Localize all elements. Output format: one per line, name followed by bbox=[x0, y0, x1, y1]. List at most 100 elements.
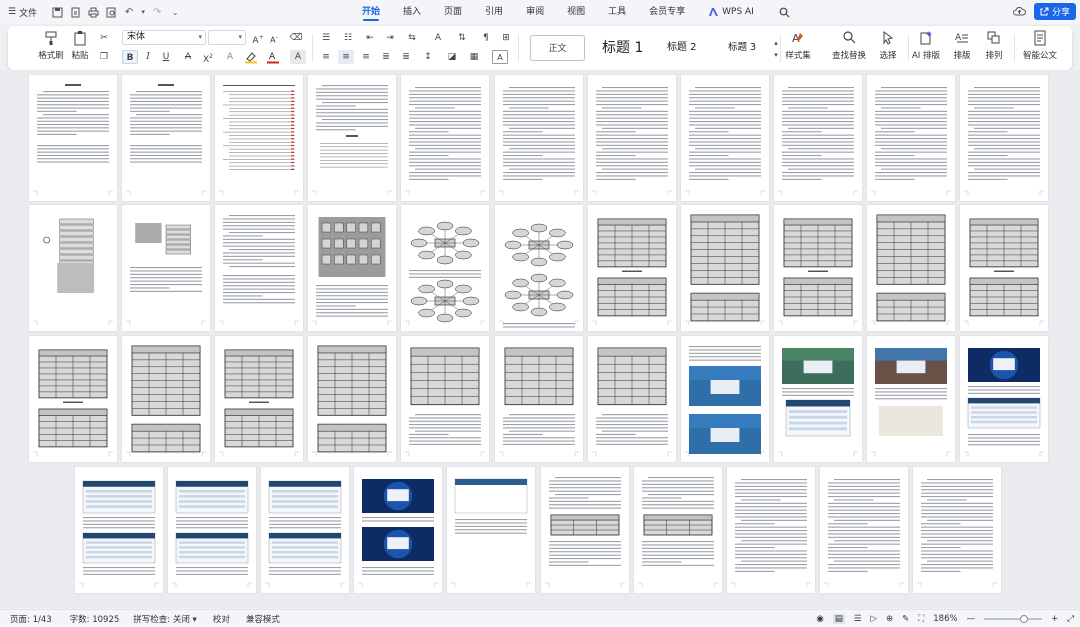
highlight-button[interactable] bbox=[244, 50, 260, 64]
align-right-icon[interactable]: ≡ bbox=[358, 50, 374, 64]
document-page-thumbnail[interactable] bbox=[354, 467, 442, 593]
document-page-thumbnail[interactable] bbox=[774, 336, 862, 462]
export-pdf-icon[interactable] bbox=[67, 4, 83, 20]
tab-wps-ai[interactable]: WPS AI bbox=[708, 0, 754, 24]
decrease-indent-icon[interactable]: ⇤ bbox=[362, 31, 378, 45]
zoom-level[interactable]: 186% bbox=[933, 614, 957, 624]
document-page-thumbnail[interactable] bbox=[867, 75, 955, 201]
numbered-list-icon[interactable]: ☷ bbox=[340, 31, 356, 45]
border-icon[interactable]: ▦ bbox=[466, 50, 482, 64]
share-button[interactable]: 分享 bbox=[1033, 3, 1076, 20]
shrink-font-icon[interactable]: A- bbox=[266, 31, 282, 45]
ai-layout-button[interactable]: AI 排版 bbox=[906, 30, 946, 61]
undo-icon[interactable]: ↶ bbox=[121, 4, 137, 20]
style-heading[interactable]: 标题 1 bbox=[602, 35, 643, 61]
line-spacing-icon[interactable]: ↕ bbox=[420, 50, 436, 64]
copy-icon[interactable]: ❐ bbox=[96, 50, 112, 64]
document-page-thumbnail[interactable] bbox=[215, 205, 303, 331]
document-page-thumbnail[interactable] bbox=[401, 75, 489, 201]
tab-tools[interactable]: 工具 bbox=[608, 0, 626, 24]
italic-button[interactable]: I bbox=[140, 50, 156, 64]
style-scroll-down-icon[interactable]: ▾ bbox=[772, 48, 780, 62]
tab-member[interactable]: 会员专享 bbox=[649, 0, 685, 24]
align-left-icon[interactable]: ≡ bbox=[318, 50, 334, 64]
zoom-out-button[interactable]: — bbox=[967, 614, 976, 624]
clear-format-icon[interactable]: ⌫ bbox=[288, 31, 304, 45]
document-page-thumbnail[interactable] bbox=[215, 75, 303, 201]
document-canvas[interactable] bbox=[0, 70, 1080, 608]
style-normal[interactable]: 正文 bbox=[530, 35, 585, 61]
cut-icon[interactable]: ✂ bbox=[96, 31, 112, 45]
search-icon[interactable] bbox=[777, 4, 793, 20]
dropdown-arrow-icon[interactable]: ▾ bbox=[139, 4, 147, 20]
document-page-thumbnail[interactable] bbox=[588, 205, 676, 331]
chinese-layout-icon[interactable]: A bbox=[430, 31, 446, 45]
document-page-thumbnail[interactable] bbox=[122, 205, 210, 331]
document-page-thumbnail[interactable] bbox=[308, 336, 396, 462]
document-page-thumbnail[interactable] bbox=[681, 336, 769, 462]
document-page-thumbnail[interactable] bbox=[261, 467, 349, 593]
redo-icon[interactable]: ↷ bbox=[149, 4, 165, 20]
document-page-thumbnail[interactable] bbox=[634, 467, 722, 593]
document-page-thumbnail[interactable] bbox=[495, 205, 583, 331]
paste-button[interactable]: 粘贴 bbox=[68, 30, 92, 61]
document-page-thumbnail[interactable] bbox=[867, 205, 955, 331]
document-page-thumbnail[interactable] bbox=[401, 336, 489, 462]
document-page-thumbnail[interactable] bbox=[681, 75, 769, 201]
tab-page[interactable]: 页面 bbox=[444, 0, 462, 24]
char-shading-button[interactable]: A bbox=[290, 50, 306, 64]
document-page-thumbnail[interactable] bbox=[960, 205, 1048, 331]
eye-protection-icon[interactable]: ◉ bbox=[816, 614, 823, 624]
document-page-thumbnail[interactable] bbox=[29, 75, 117, 201]
proofread-button[interactable]: 校对 bbox=[213, 613, 230, 625]
style-heading-2[interactable]: 标题 2 bbox=[667, 35, 697, 61]
text-effect-button[interactable]: A bbox=[222, 50, 238, 64]
reading-view-icon[interactable]: ▷ bbox=[871, 614, 878, 624]
document-page-thumbnail[interactable] bbox=[215, 336, 303, 462]
fit-page-icon[interactable]: ⛶ bbox=[918, 614, 924, 624]
write-mode-icon[interactable]: ✎ bbox=[902, 614, 909, 624]
font-name-select[interactable]: 宋体 ▾ bbox=[122, 30, 206, 45]
page-view-icon[interactable]: ▤ bbox=[832, 614, 845, 624]
strikethrough-button[interactable]: A bbox=[180, 50, 196, 64]
more-chevron-icon[interactable]: ⌄ bbox=[167, 4, 183, 20]
tab-references[interactable]: 引用 bbox=[485, 0, 503, 24]
document-page-thumbnail[interactable] bbox=[122, 75, 210, 201]
document-page-thumbnail[interactable] bbox=[29, 205, 117, 331]
bullet-list-icon[interactable]: ☰ bbox=[318, 31, 334, 45]
smart-document-button[interactable]: 智能公文 bbox=[1018, 30, 1062, 61]
fullscreen-icon[interactable]: ⤢ bbox=[1067, 614, 1074, 624]
document-page-thumbnail[interactable] bbox=[867, 336, 955, 462]
sort-icon[interactable]: ⇅ bbox=[454, 31, 470, 45]
tab-home[interactable]: 开始 bbox=[362, 0, 380, 24]
tab-insert[interactable]: 插入 bbox=[403, 0, 421, 24]
select-button[interactable]: 选择 bbox=[872, 30, 904, 61]
underline-button[interactable]: U bbox=[158, 50, 174, 64]
tab-review[interactable]: 审阅 bbox=[526, 0, 544, 24]
document-page-thumbnail[interactable] bbox=[168, 467, 256, 593]
char-border-icon[interactable]: A bbox=[492, 50, 508, 64]
find-replace-button[interactable]: 查找替换 bbox=[824, 30, 874, 61]
superscript-button[interactable]: X2 bbox=[200, 50, 216, 65]
document-page-thumbnail[interactable] bbox=[588, 336, 676, 462]
document-page-thumbnail[interactable] bbox=[308, 75, 396, 201]
save-icon[interactable] bbox=[49, 4, 65, 20]
document-page-thumbnail[interactable] bbox=[774, 75, 862, 201]
align-center-icon[interactable]: ≡ bbox=[338, 50, 354, 64]
document-page-thumbnail[interactable] bbox=[308, 205, 396, 331]
format-painter-button[interactable]: 格式刷 bbox=[38, 30, 64, 61]
font-size-select[interactable]: ▾ bbox=[208, 30, 246, 45]
document-page-thumbnail[interactable] bbox=[960, 75, 1048, 201]
document-page-thumbnail[interactable] bbox=[447, 467, 535, 593]
print-preview-icon[interactable] bbox=[103, 4, 119, 20]
document-page-thumbnail[interactable] bbox=[29, 336, 117, 462]
tab-view[interactable]: 视图 bbox=[567, 0, 585, 24]
increase-indent-icon[interactable]: ⇥ bbox=[382, 31, 398, 45]
style-heading-3[interactable]: 标题 3 bbox=[728, 35, 756, 61]
document-page-thumbnail[interactable] bbox=[541, 467, 629, 593]
document-page-thumbnail[interactable] bbox=[495, 336, 583, 462]
document-page-thumbnail[interactable] bbox=[774, 205, 862, 331]
document-page-thumbnail[interactable] bbox=[913, 467, 1001, 593]
zoom-in-button[interactable]: + bbox=[1051, 614, 1058, 624]
outline-view-icon[interactable]: ☰ bbox=[854, 614, 862, 624]
